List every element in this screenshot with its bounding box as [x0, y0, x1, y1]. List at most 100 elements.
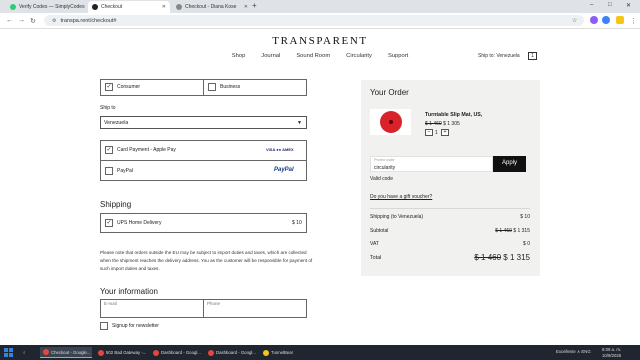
- summary-row-subtotal: Subtotal $ 1 460 $ 1 315: [370, 228, 530, 234]
- forward-icon[interactable]: →: [18, 17, 25, 24]
- email-field[interactable]: E-mail: [100, 299, 204, 318]
- order-title: Your Order: [370, 88, 409, 97]
- summary-row-shipping: Shipping (to Venezuela) $ 10: [370, 214, 530, 220]
- start-button[interactable]: [4, 348, 13, 357]
- taskbar-app-label: Dashboard - Googl...: [161, 350, 201, 355]
- browser-tab-active[interactable]: Checkout ✕: [88, 1, 170, 13]
- order-summary-panel: Your Order Turntable Slip Mat, US, $ 1 4…: [361, 80, 540, 276]
- chrome-icon: [98, 349, 104, 356]
- card-payment-checkbox[interactable]: ✓: [105, 146, 113, 154]
- summary-label: VAT: [370, 241, 379, 247]
- profile-avatar[interactable]: [616, 16, 624, 24]
- chrome-icon: [153, 349, 159, 356]
- ups-checkbox[interactable]: ✓: [105, 219, 113, 227]
- summary-label: Subtotal: [370, 228, 389, 234]
- main-nav: Shop Journal Sound Room Circularity Supp…: [0, 53, 640, 59]
- search-icon[interactable]: ⌕: [20, 347, 28, 358]
- taskbar-app[interactable]: 502 Bad Gateway -...: [95, 347, 147, 358]
- phone-placeholder: Phone: [207, 301, 221, 306]
- site-info-icon[interactable]: ⚙: [52, 18, 56, 24]
- paypal-logo-icon: PayPal: [274, 167, 294, 173]
- business-label: Business: [220, 84, 241, 90]
- nav-circularity[interactable]: Circularity: [346, 53, 372, 59]
- nav-shop[interactable]: Shop: [232, 53, 246, 59]
- back-icon[interactable]: ←: [6, 17, 13, 24]
- divider: [100, 160, 307, 161]
- product-new-price: $ 1 305: [443, 121, 460, 127]
- taskbar-app-label: Dashboard - Googl...: [216, 350, 256, 355]
- taskbar-app[interactable]: Dashboard - Googl...: [205, 347, 257, 358]
- clock-date[interactable]: 10/9/2025: [602, 353, 621, 358]
- tab-title: Verify Codes — SimplyCodes: [19, 4, 85, 10]
- browser-tab[interactable]: Verify Codes — SimplyCodes ✕: [6, 1, 86, 13]
- newsletter-checkbox[interactable]: [100, 322, 108, 330]
- summary-value: $ 0: [523, 241, 530, 247]
- total-old-value: $ 1 460: [474, 253, 502, 262]
- promo-code-input[interactable]: Promo code circularity: [370, 156, 493, 172]
- taskbar-app[interactable]: Checkout - Google...: [40, 347, 92, 358]
- taskbar-app-label: 502 Bad Gateway -...: [106, 350, 147, 355]
- nav-support[interactable]: Support: [388, 53, 408, 59]
- newsletter-label: Signup for newsletter: [112, 323, 159, 329]
- url-input[interactable]: ⚙ transpa.rent/checkout#: [44, 15, 584, 26]
- promo-value: circularity: [374, 165, 396, 171]
- taskbar-app[interactable]: TunnelBear: [260, 347, 310, 358]
- extension-icon[interactable]: [602, 16, 610, 24]
- bookmark-star-icon[interactable]: ☆: [572, 17, 577, 24]
- consumer-label: Consumer: [117, 84, 141, 90]
- taskbar-app[interactable]: Dashboard - Googl...: [150, 347, 202, 358]
- minimize-button[interactable]: –: [590, 2, 593, 8]
- browser-tab[interactable]: Checkout - Diana Kose ✕: [172, 1, 252, 13]
- total-label: Total: [370, 255, 382, 261]
- summary-value: $ 1 315: [513, 228, 530, 234]
- divider: [203, 79, 204, 96]
- tab-favicon-icon: [10, 4, 16, 10]
- taskbar-app-label: TunnelBear: [271, 350, 294, 355]
- taskbar-app-label: Checkout - Google...: [51, 349, 91, 355]
- tunnelbear-icon: [263, 349, 269, 356]
- tab-title: Checkout - Diana Kose: [185, 4, 237, 10]
- email-placeholder: E-mail: [104, 301, 117, 306]
- your-information-heading: Your information: [100, 287, 158, 296]
- system-tray[interactable]: Excellente ∧ ENG: [556, 349, 591, 355]
- new-tab-button[interactable]: +: [252, 1, 257, 10]
- slip-mat-image: [380, 111, 402, 133]
- shipping-option-price: $ 10: [292, 220, 302, 226]
- card-payment-label: Card Payment - Apple Pay: [117, 147, 176, 153]
- tab-favicon-icon: [176, 4, 182, 10]
- qty-increase-button[interactable]: +: [441, 129, 449, 136]
- summary-row-total: Total $ 1 460 $ 1 315: [370, 253, 530, 263]
- tab-close-icon[interactable]: ✕: [162, 4, 166, 10]
- product-price: $ 1 460 $ 1 305: [425, 121, 460, 127]
- promo-placeholder: Promo code: [374, 158, 395, 162]
- apply-button[interactable]: Apply: [493, 156, 526, 172]
- chrome-icon: [208, 349, 214, 356]
- nav-sound-room[interactable]: Sound Room: [296, 53, 330, 59]
- extension-icon[interactable]: [590, 16, 598, 24]
- ship-to-selector[interactable]: Ship to: Venezuela: [478, 53, 520, 59]
- menu-dots-icon[interactable]: ⋮: [630, 17, 637, 25]
- summary-value: $ 10: [520, 214, 530, 220]
- tab-close-icon[interactable]: ✕: [244, 4, 248, 10]
- country-select[interactable]: Venezuela ▼: [100, 116, 307, 129]
- paypal-checkbox[interactable]: [105, 167, 113, 175]
- gift-voucher-link[interactable]: Do you have a gift voucher?: [370, 194, 432, 200]
- maximize-button[interactable]: □: [608, 2, 612, 8]
- divider: [370, 208, 530, 209]
- tab-title: Checkout: [101, 4, 123, 10]
- qty-decrease-button[interactable]: −: [425, 129, 433, 136]
- consumer-checkbox[interactable]: ✓: [105, 83, 113, 91]
- site-logo[interactable]: TRANSPARENT: [0, 35, 640, 47]
- nav-journal[interactable]: Journal: [261, 53, 280, 59]
- cart-button[interactable]: 1: [528, 52, 537, 60]
- dropdown-arrow-icon: ▼: [297, 120, 302, 126]
- country-value: Venezuela: [104, 120, 129, 126]
- paypal-label: PayPal: [117, 168, 133, 174]
- business-checkbox[interactable]: [208, 83, 216, 91]
- reload-icon[interactable]: ↻: [30, 17, 36, 25]
- windows-taskbar: ⌕ Checkout - Google... 502 Bad Gateway -…: [0, 345, 640, 360]
- ship-to-label: Ship to: [100, 105, 116, 111]
- phone-field[interactable]: Phone: [203, 299, 307, 318]
- clock-time[interactable]: 8:09 a. m.: [602, 347, 621, 352]
- close-window-button[interactable]: ✕: [626, 2, 631, 9]
